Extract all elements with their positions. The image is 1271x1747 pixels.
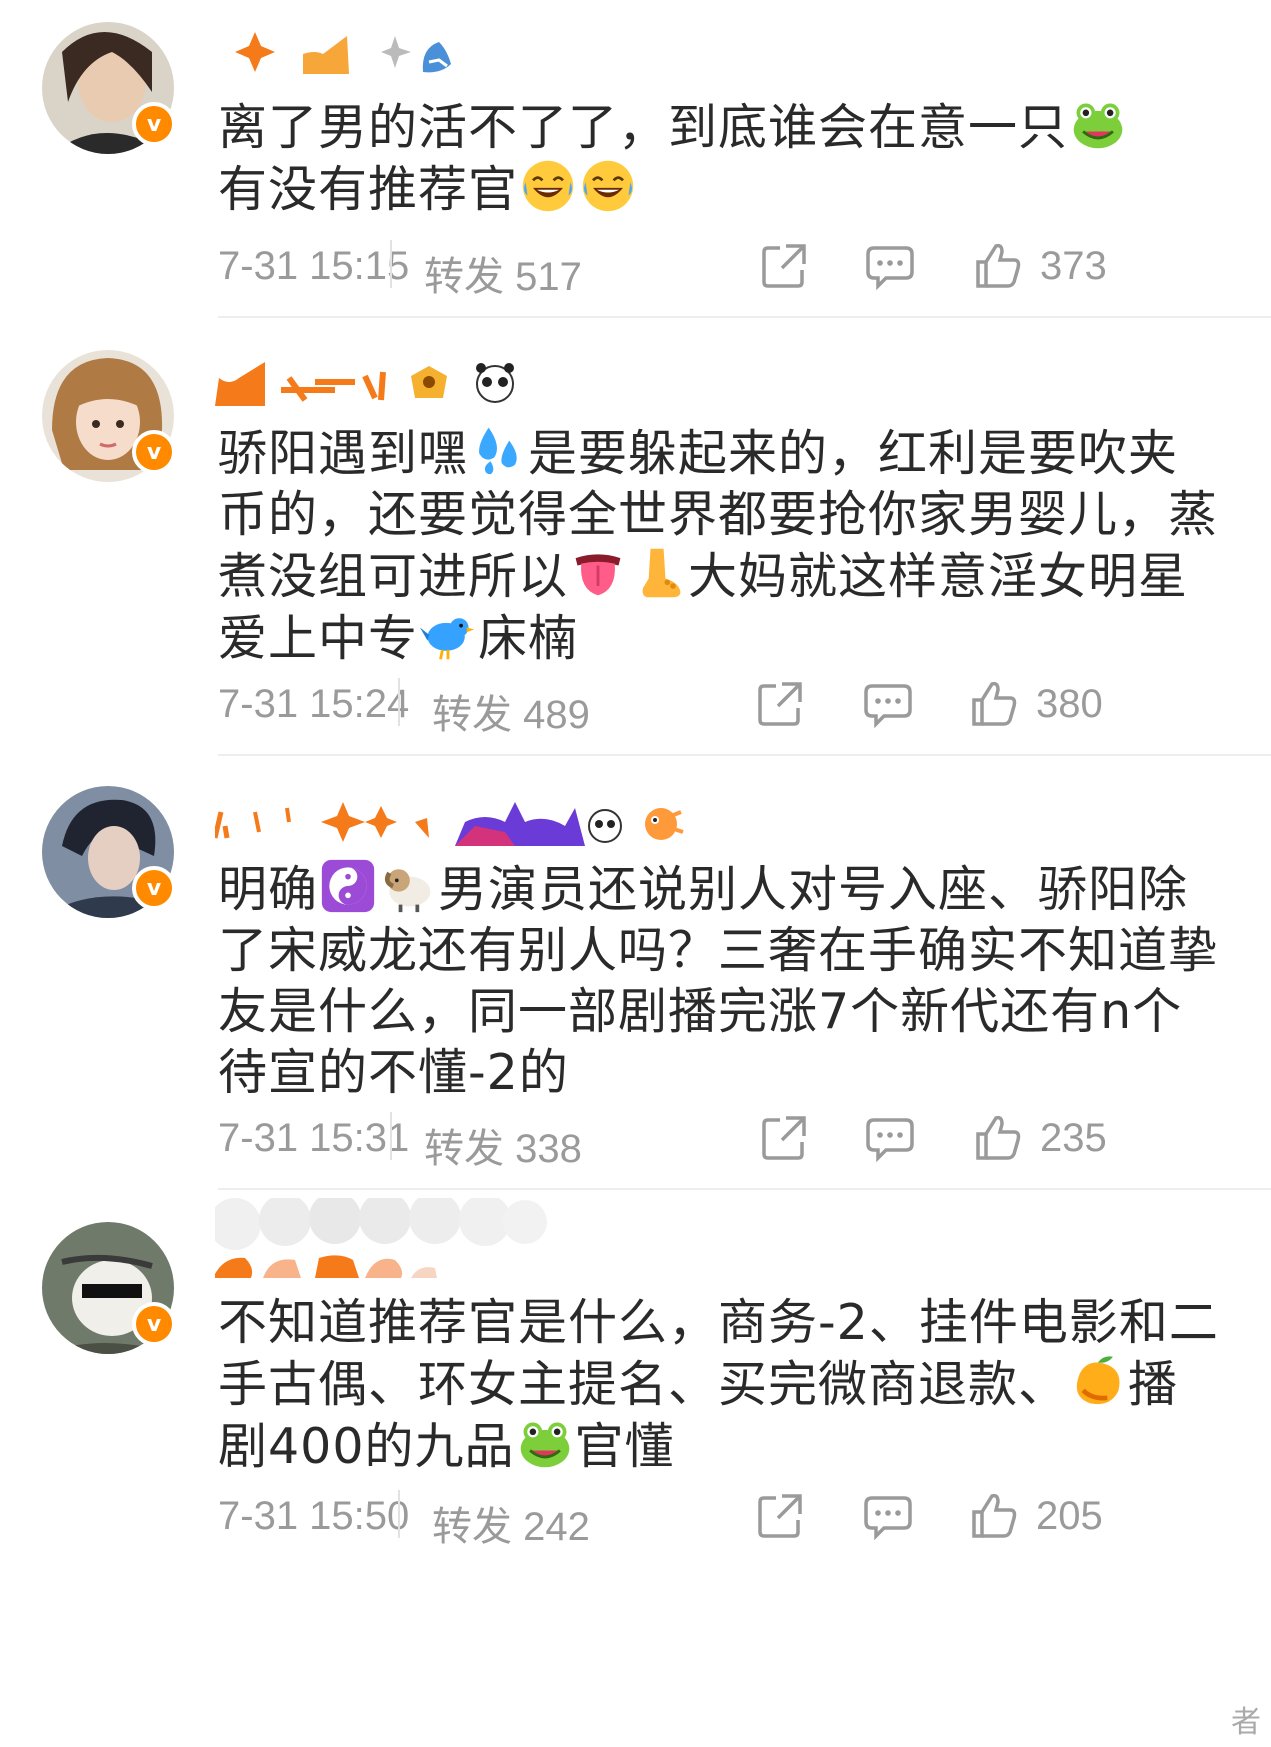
comment-icon[interactable] <box>862 678 914 730</box>
repost-label: 转发 <box>424 255 504 299</box>
comment-meta: 7-31 15:24 转发 489 380 <box>218 674 1228 737</box>
like-count: 380 <box>1036 682 1103 726</box>
ram-icon <box>380 858 436 914</box>
laughing-tears-icon <box>520 158 576 214</box>
comment-item: v 离了男的活不了了，到底谁会在意一只 有没有推荐官 7-31 15:15 转发… <box>0 0 1271 318</box>
repost-label: 转发 <box>432 1505 512 1549</box>
verified-badge: v <box>132 866 176 910</box>
sweat-droplets-icon <box>470 422 526 478</box>
mango-icon <box>1070 1353 1126 1409</box>
like-count: 205 <box>1036 1494 1103 1538</box>
comment-text: 明确 男演员还说别人对号入座、骄阳除了宋威龙还有别人吗？三奢在手确实不知道挚友是什… <box>218 858 1228 1103</box>
timestamp: 7-31 15:15 <box>218 244 410 288</box>
meta-separator <box>398 1490 400 1538</box>
divider <box>218 754 1271 756</box>
bird-icon <box>420 607 476 663</box>
like-icon[interactable] <box>968 678 1020 730</box>
username-emoji-blur <box>212 802 684 846</box>
comment-text: 离了男的活不了了，到底谁会在意一只 有没有推荐官 <box>218 96 1228 220</box>
username-obscured[interactable] <box>212 782 815 846</box>
comment-meta: 7-31 15:31 转发 338 235 <box>218 1108 1228 1171</box>
watermark-text: 者 <box>1227 1697 1265 1741</box>
repost-label: 转发 <box>432 693 512 737</box>
repost-count: 338 <box>515 1127 582 1171</box>
yin-yang-icon <box>320 858 376 914</box>
comment-item: v 明确 男演员还说别人对号入座、骄阳除了宋威龙还有别人吗？三奢在手确实不知道挚友… <box>0 766 1271 1190</box>
like-count: 235 <box>1040 1116 1107 1160</box>
meta-separator <box>398 678 400 726</box>
divider <box>218 1188 1271 1190</box>
repost-count: 489 <box>523 693 590 737</box>
comment-text: 骄阳遇到嘿 是要躲起来的，红利是要吹夹币的，还要觉得全世界都要抢你家男婴儿，蒸煮没… <box>218 422 1228 669</box>
repost-label: 转发 <box>424 1127 504 1171</box>
share-icon[interactable] <box>754 1490 806 1542</box>
avatar[interactable]: v <box>42 22 176 154</box>
comment-meta: 7-31 15:15 转发 517 373 <box>218 236 1228 299</box>
timestamp: 7-31 15:24 <box>218 682 410 726</box>
meta-separator <box>390 1112 392 1160</box>
username-emoji-blur <box>215 362 514 406</box>
repost-count: 242 <box>523 1505 590 1549</box>
verified-badge: v <box>132 430 176 474</box>
share-icon[interactable] <box>758 240 810 292</box>
share-icon[interactable] <box>758 1112 810 1164</box>
frog-icon <box>517 1415 573 1471</box>
foot-icon <box>630 545 686 601</box>
comment-feed: v 离了男的活不了了，到底谁会在意一只 有没有推荐官 7-31 15:15 转发… <box>0 0 1271 1747</box>
username-emoji-blur <box>235 32 451 74</box>
avatar[interactable]: v <box>42 786 176 918</box>
divider <box>218 316 1271 318</box>
comment-item: v 骄阳遇到嘿 是要躲起来的，红利是要吹夹币的，还要觉得全世界都要抢你家男婴儿，蒸… <box>0 330 1271 756</box>
comment-icon[interactable] <box>864 240 916 292</box>
comment-icon[interactable] <box>862 1490 914 1542</box>
comment-meta: 7-31 15:50 转发 242 205 <box>218 1486 1228 1549</box>
avatar[interactable]: v <box>42 350 176 482</box>
username-emoji-blur <box>209 1192 547 1278</box>
username-obscured[interactable] <box>215 342 815 406</box>
comment-item: v 不知道推荐官是什么，商务-2、挂件电影和二手古偶、环女主提名、买完微商退款、… <box>0 1192 1271 1747</box>
username-obscured[interactable] <box>215 14 815 74</box>
share-icon[interactable] <box>754 678 806 730</box>
meta-separator <box>390 240 392 288</box>
username-obscured[interactable] <box>209 1192 555 1288</box>
repost-button[interactable]: 转发 517 <box>424 244 582 302</box>
timestamp: 7-31 15:31 <box>218 1116 410 1160</box>
repost-button[interactable]: 转发 489 <box>432 682 590 740</box>
frog-icon <box>1070 96 1126 152</box>
repost-button[interactable]: 转发 242 <box>432 1494 590 1552</box>
comment-icon[interactable] <box>864 1112 916 1164</box>
timestamp: 7-31 15:50 <box>218 1494 410 1538</box>
like-count: 373 <box>1040 244 1107 288</box>
like-icon[interactable] <box>968 1490 1020 1542</box>
laughing-tears-icon <box>580 158 636 214</box>
avatar[interactable]: v <box>42 1222 176 1354</box>
repost-button[interactable]: 转发 338 <box>424 1116 582 1174</box>
like-icon[interactable] <box>972 1112 1024 1164</box>
repost-count: 517 <box>515 255 582 299</box>
comment-text: 不知道推荐官是什么，商务-2、挂件电影和二手古偶、环女主提名、买完微商退款、 播剧… <box>218 1294 1219 1475</box>
verified-badge: v <box>132 1302 176 1346</box>
verified-badge: v <box>132 102 176 146</box>
like-icon[interactable] <box>972 240 1024 292</box>
tongue-icon <box>570 545 626 601</box>
